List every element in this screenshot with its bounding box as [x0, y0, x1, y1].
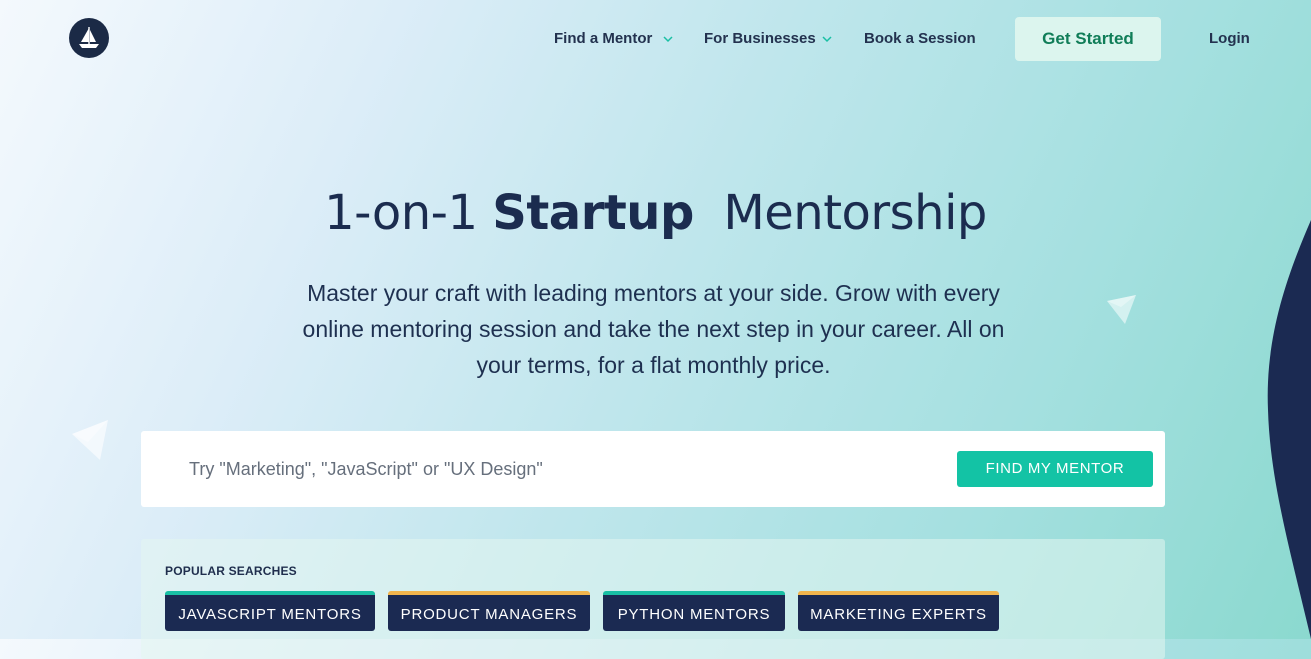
nav-for-businesses[interactable]: For Businesses	[704, 17, 844, 61]
search-input[interactable]: Try "Marketing", "JavaScript" or "UX Des…	[189, 431, 543, 507]
nav-find-a-mentor[interactable]: Find a Mentor	[554, 17, 684, 61]
nav-find-a-mentor-label: Find a Mentor	[554, 30, 653, 47]
paper-plane-decoration	[72, 420, 108, 460]
paper-plane-decoration	[1107, 295, 1136, 324]
page-title: 1-on-1 Startup Mentorship	[0, 185, 1311, 241]
login-link[interactable]: Login	[1209, 17, 1250, 61]
tag-javascript-mentors[interactable]: JAVASCRIPT MENTORS	[165, 591, 375, 631]
popular-searches-title: POPULAR SEARCHES	[165, 564, 297, 578]
tag-product-managers[interactable]: PRODUCT MANAGERS	[388, 591, 590, 631]
nav-book-a-session-label: Book a Session	[864, 30, 976, 47]
title-part1: 1-on-1	[324, 185, 478, 241]
get-started-button[interactable]: Get Started	[1015, 17, 1161, 61]
nav-book-a-session[interactable]: Book a Session	[864, 17, 984, 61]
nav-for-businesses-label: For Businesses	[704, 30, 816, 47]
tag-python-mentors[interactable]: PYTHON MENTORS	[603, 591, 785, 631]
find-my-mentor-button[interactable]: FIND MY MENTOR	[957, 451, 1153, 487]
title-part2: Mentorship	[723, 185, 987, 241]
hero-subtitle: Master your craft with leading mentors a…	[302, 280, 1005, 378]
search-box: Try "Marketing", "JavaScript" or "UX Des…	[141, 431, 1165, 507]
chevron-down-icon	[663, 36, 673, 43]
title-bold: Startup	[492, 185, 694, 241]
decorative-blob	[1267, 220, 1311, 639]
tag-marketing-experts[interactable]: MARKETING EXPERTS	[798, 591, 999, 631]
popular-searches-panel: POPULAR SEARCHES JAVASCRIPT MENTORS PROD…	[141, 539, 1165, 659]
chevron-down-icon	[822, 36, 832, 43]
